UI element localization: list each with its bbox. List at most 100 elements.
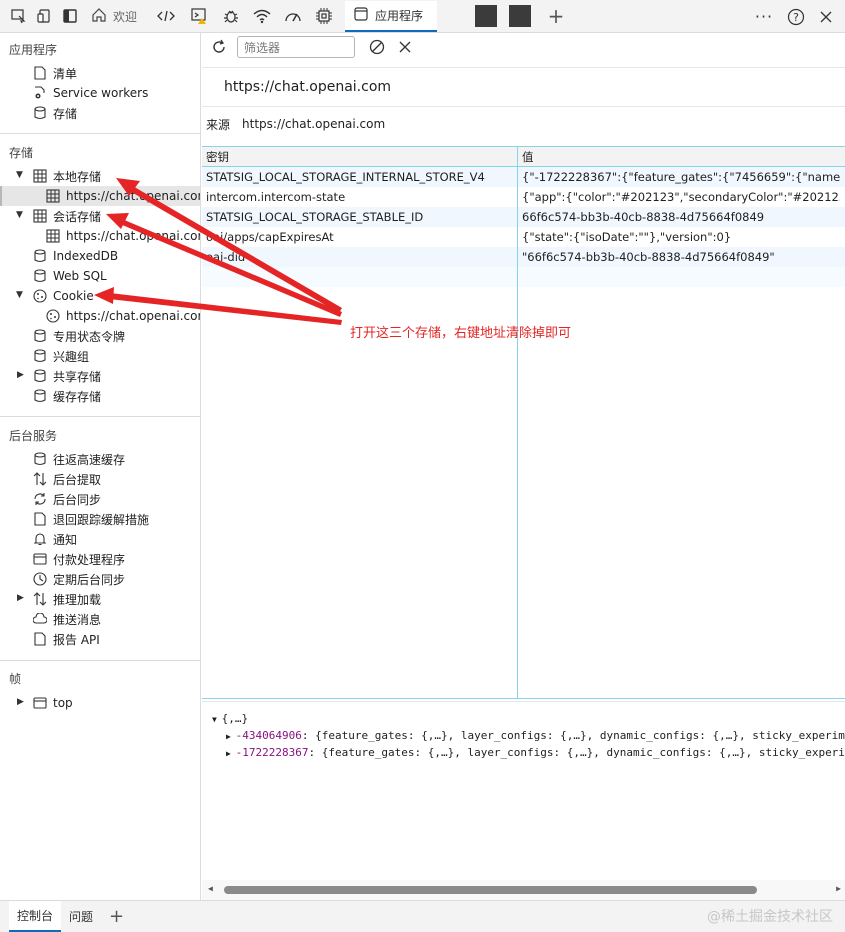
sidebar-item-indexeddb[interactable]: IndexedDB (33, 246, 118, 266)
sidebar-item-session-origin[interactable]: https://chat.openai.com (46, 226, 200, 246)
sidebar-item-storage[interactable]: 存储 (33, 103, 77, 123)
database-icon (33, 452, 47, 466)
preview-line[interactable]: ▶ -1722228367: {feature_gates: {,…}, lay… (226, 746, 845, 759)
elements-icon[interactable] (153, 3, 179, 29)
horizontal-scrollbar[interactable]: ◀ ▶ (202, 880, 845, 900)
sidebar-item-cache-storage[interactable]: 缓存存储 (33, 386, 101, 406)
more-options-icon[interactable]: ··· (751, 4, 777, 30)
column-header-key[interactable]: 密钥 (206, 147, 512, 167)
sidebar-item-background-sync[interactable]: 后台同步 (33, 489, 101, 509)
row-value: {"state":{"isoDate":""},"version":0} (522, 230, 732, 244)
column-header-value[interactable]: 值 (522, 147, 840, 167)
sidebar-item-payment-handler[interactable]: 付款处理程序 (33, 549, 125, 569)
sidebar-item-private-state-tokens[interactable]: 专用状态令牌 (33, 326, 125, 346)
clock-icon (33, 572, 47, 586)
cookie-icon (33, 289, 47, 303)
collapse-caret-icon[interactable]: ▶ (17, 370, 24, 380)
help-icon[interactable]: ? (783, 4, 809, 30)
sidebar-item-local-origin[interactable]: https://chat.openai.com (46, 186, 200, 206)
sidebar-item-interest-groups[interactable]: 兴趣组 (33, 346, 89, 366)
add-drawer-tab-icon[interactable]: + (101, 901, 132, 932)
delete-selected-icon[interactable] (395, 37, 415, 57)
collapse-caret-icon[interactable]: ▶ (226, 749, 236, 758)
up-down-arrows-icon (33, 472, 47, 486)
clear-all-icon[interactable] (367, 37, 387, 57)
expand-caret-icon[interactable]: ▼ (16, 290, 23, 300)
placeholder-tab-square[interactable] (475, 5, 498, 27)
table-row[interactable]: oai/apps/capExpiresAt {"state":{"isoDate… (202, 227, 845, 247)
row-key: intercom.intercom-state (206, 190, 346, 204)
sidebar-item-label: 定期后台同步 (53, 572, 126, 587)
filter-input[interactable]: 筛选器 (237, 36, 355, 58)
sidebar-item-frame-top[interactable]: top (33, 693, 73, 713)
close-devtools-icon[interactable] (813, 4, 839, 30)
watermark: @稀土掘金技术社区 (707, 909, 833, 925)
column-divider[interactable] (517, 147, 518, 698)
console-warning-icon[interactable] (187, 3, 213, 29)
storage-toolbar: 筛选器 (202, 33, 845, 61)
placeholder-tab-square[interactable] (509, 5, 532, 27)
sidebar-item-background-fetch[interactable]: 后台提取 (33, 469, 101, 489)
collapse-caret-icon[interactable]: ▶ (226, 732, 236, 741)
sidebar-item-label: 退回跟踪缓解措施 (53, 512, 150, 527)
sidebar-toggle-icon[interactable] (57, 3, 83, 29)
row-key: STATSIG_LOCAL_STORAGE_INTERNAL_STORE_V4 (206, 170, 485, 184)
tab-application[interactable]: 应用程序 (345, 0, 438, 32)
sidebar-item-cookie[interactable]: Cookie (33, 286, 94, 306)
scroll-left-icon[interactable]: ◀ (208, 884, 213, 893)
sidebar-item-push-messaging[interactable]: 推送消息 (33, 609, 101, 629)
empty-table-row[interactable] (202, 267, 845, 287)
inspect-element-icon[interactable] (5, 3, 31, 29)
cookie-icon (46, 309, 60, 323)
preview-root[interactable]: ▼ {,…} (212, 712, 248, 725)
tab-console[interactable]: 控制台 (9, 901, 62, 932)
tab-welcome[interactable]: 欢迎 (83, 1, 145, 32)
sidebar-item-label: 通知 (53, 532, 78, 547)
sidebar-item-notifications[interactable]: 通知 (33, 529, 77, 549)
add-tab-icon[interactable]: + (543, 3, 569, 29)
sidebar-item-bfcache[interactable]: 往返高速缓存 (33, 449, 125, 469)
sidebar-item-websql[interactable]: Web SQL (33, 266, 107, 286)
sidebar-item-manifest[interactable]: 清单 (33, 63, 77, 83)
performance-gauge-icon[interactable] (280, 3, 306, 29)
sidebar-item-local-storage[interactable]: 本地存储 (33, 166, 101, 186)
table-row[interactable]: intercom.intercom-state {"app":{"color":… (202, 187, 845, 207)
sidebar-item-speculative-loads[interactable]: 推理加载 (33, 589, 101, 609)
section-divider (0, 660, 200, 661)
table-grid-icon (33, 169, 47, 183)
table-row[interactable]: oai-did "66f6c574-bb3b-40cb-8838-4d75664… (202, 247, 845, 267)
origin-label: 来源 (206, 117, 231, 132)
scroll-right-icon[interactable]: ▶ (836, 884, 841, 893)
tab-issues[interactable]: 问题 (61, 901, 101, 932)
sidebar-item-reporting-api[interactable]: 报告 API (33, 629, 100, 649)
network-wifi-icon[interactable] (249, 3, 275, 29)
sidebar-item-session-storage[interactable]: 会话存储 (33, 206, 101, 226)
table-row[interactable]: STATSIG_LOCAL_STORAGE_INTERNAL_STORE_V4 … (202, 167, 845, 187)
database-icon (33, 369, 47, 383)
expand-caret-icon[interactable]: ▼ (16, 170, 23, 180)
sidebar-item-label: 往返高速缓存 (53, 452, 126, 467)
database-icon (33, 349, 47, 363)
sidebar-item-periodic-sync[interactable]: 定期后台同步 (33, 569, 125, 589)
expand-caret-icon[interactable]: ▼ (16, 210, 23, 220)
refresh-icon[interactable] (209, 37, 229, 57)
table-grid-icon (46, 229, 60, 243)
memory-chip-icon[interactable] (311, 3, 337, 29)
sidebar-item-label: 后台提取 (53, 472, 102, 487)
scrollbar-thumb[interactable] (224, 886, 757, 894)
preview-line[interactable]: ▶ -434064906: {feature_gates: {,…}, laye… (226, 729, 845, 742)
sidebar-item-label: 兴趣组 (53, 349, 90, 364)
collapse-caret-icon[interactable]: ▶ (17, 697, 24, 707)
storage-data-grid: 密钥 值 STATSIG_LOCAL_STORAGE_INTERNAL_STOR… (202, 146, 845, 699)
sidebar-item-label: 缓存存储 (53, 389, 102, 404)
sidebar-item-shared-storage[interactable]: 共享存储 (33, 366, 101, 386)
sidebar-item-bounce-tracking[interactable]: 退回跟踪缓解措施 (33, 509, 149, 529)
table-row[interactable]: STATSIG_LOCAL_STORAGE_STABLE_ID 66f6c574… (202, 207, 845, 227)
collapse-caret-icon[interactable]: ▶ (17, 593, 24, 603)
sources-bug-icon[interactable] (218, 3, 244, 29)
sidebar-item-cookie-origin[interactable]: https://chat.openai.com (46, 306, 200, 326)
credit-card-icon (33, 552, 47, 566)
sidebar-item-service-workers[interactable]: Service workers (33, 83, 148, 103)
expand-caret-icon[interactable]: ▼ (212, 715, 222, 724)
device-emulation-icon[interactable] (31, 3, 57, 29)
